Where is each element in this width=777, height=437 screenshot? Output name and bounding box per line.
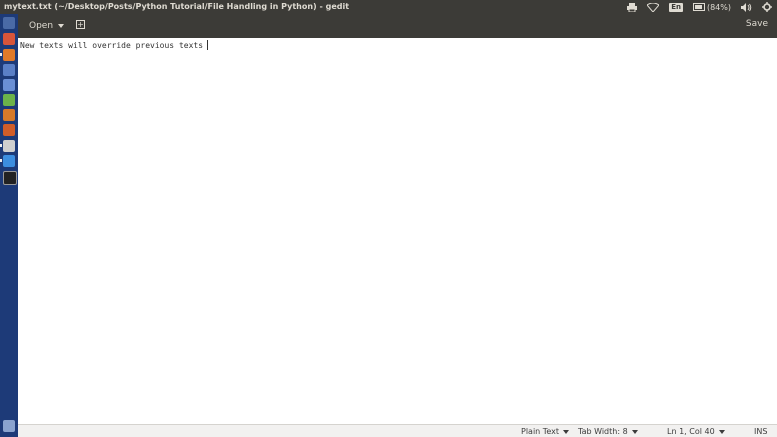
new-document-icon[interactable]: + [76,20,85,29]
battery-indicator[interactable]: (84%) [692,0,731,14]
battery-percentage: (84%) [706,2,731,12]
battery-level-fill [694,5,702,9]
dash-search-icon[interactable] [3,17,15,29]
chevron-down-icon [718,429,725,434]
window-title: mytext.txt (~/Desktop/Posts/Python Tutor… [4,2,350,11]
indicator-area: En (84%) [622,0,777,14]
keyboard-layout-label: En [669,2,683,12]
printer-icon[interactable] [627,0,638,14]
tab-width-selector[interactable]: Tab Width: 8 [578,426,638,437]
open-label: Open [29,21,54,31]
cursor-position[interactable]: Ln 1, Col 40 [667,426,725,437]
firefox-icon[interactable] [3,49,15,61]
running-indicator [0,144,2,147]
chevron-down-icon [631,429,638,434]
tab-width-label: Tab Width: 8 [578,427,628,436]
running-indicator [0,53,2,56]
language-selector[interactable]: Plain Text [521,426,569,437]
libreoffice-calc-icon[interactable] [3,94,15,106]
status-bar: Plain Text Tab Width: 8 Ln 1, Col 40 INS [18,424,777,437]
editor-text: New texts will override previous texts [20,41,204,50]
volume-icon[interactable] [741,0,752,14]
settings-gear-icon[interactable] [762,0,772,14]
libreoffice-impress-icon[interactable] [3,109,15,121]
chevron-down-icon [562,429,569,434]
cursor-position-label: Ln 1, Col 40 [667,427,715,436]
chevron-down-icon [58,24,65,28]
running-indicator [0,159,2,162]
trash-icon[interactable] [3,420,15,432]
wifi-icon[interactable] [647,0,660,14]
files-icon[interactable] [3,33,15,45]
battery-icon [692,3,705,11]
save-button[interactable]: Save [746,19,768,29]
text-editor-area[interactable]: New texts will override previous texts [18,38,777,424]
text-caret [207,40,209,50]
top-panel: mytext.txt (~/Desktop/Posts/Python Tutor… [0,0,777,14]
open-button[interactable]: Open [26,18,67,34]
launcher [0,14,18,437]
insert-mode[interactable]: INS [754,426,767,437]
chrome-icon[interactable] [3,155,15,167]
text-editor-icon[interactable] [3,140,15,152]
thunderbird-icon[interactable] [3,64,15,76]
gedit-toolbar: Open + Save [18,14,777,38]
software-center-icon[interactable] [3,124,15,136]
screenshot-icon[interactable] [3,171,17,185]
keyboard-layout-indicator[interactable]: En [669,0,683,14]
insert-mode-label: INS [754,427,768,436]
libreoffice-writer-icon[interactable] [3,79,15,91]
editor-line: New texts will override previous texts [20,40,209,51]
language-label: Plain Text [521,427,559,436]
